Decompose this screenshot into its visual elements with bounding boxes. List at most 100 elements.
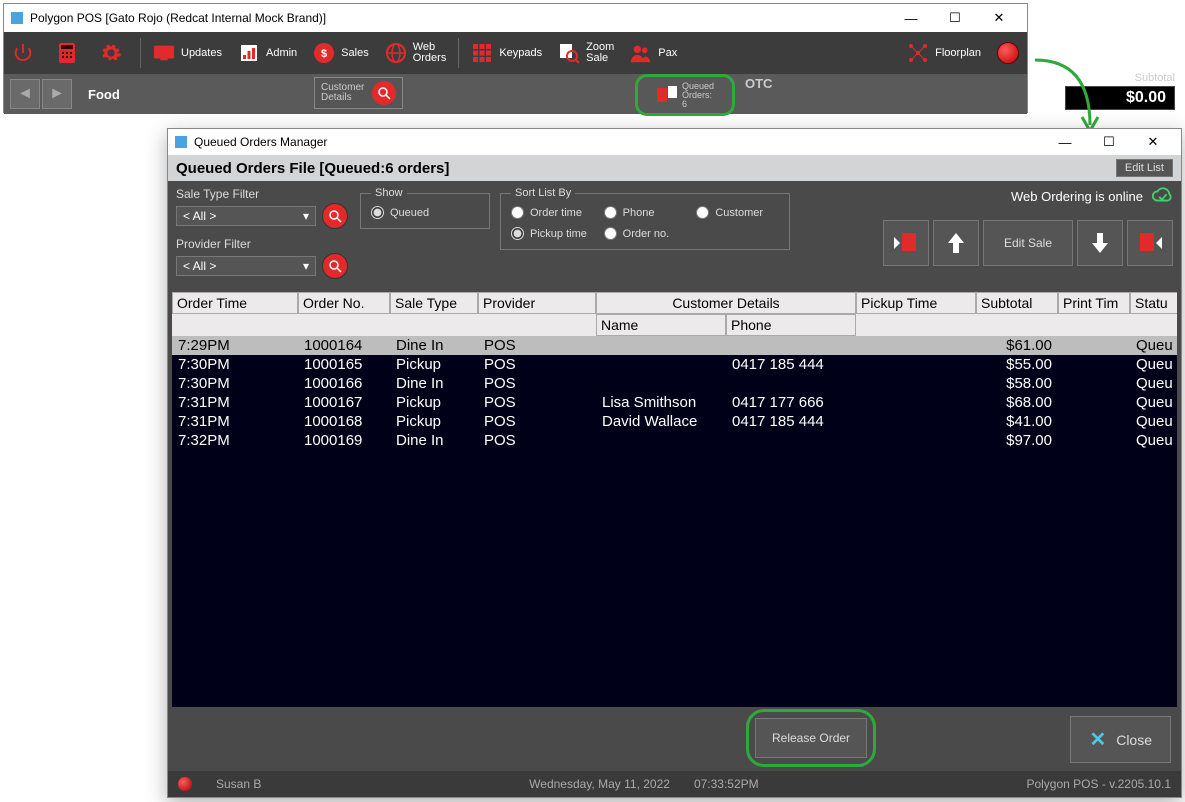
dialog-close-button[interactable]: ✕ [1131, 128, 1175, 156]
provider-filter-select[interactable]: < All >▾ [176, 256, 316, 276]
dialog-maximize-button[interactable]: ☐ [1087, 128, 1131, 156]
customer-details-button[interactable]: Customer Details [314, 77, 403, 109]
col-order-no[interactable]: Order No. [298, 292, 390, 314]
queued-orders-button[interactable]: Queued Orders: 6 [635, 74, 735, 116]
release-order-button[interactable]: Release Order [755, 718, 867, 758]
toolbar-sep [140, 38, 141, 67]
close-dialog-button[interactable]: ✕ Close [1070, 716, 1171, 763]
table-cell [726, 336, 856, 355]
web-ordering-status: Web Ordering is online [1011, 187, 1173, 205]
pax-button[interactable]: Pax [622, 32, 685, 74]
table-cell: Queu [1130, 355, 1177, 374]
table-cell [596, 355, 726, 374]
down-button[interactable] [1077, 220, 1123, 266]
sort-customer-radio[interactable]: Customer [696, 206, 779, 219]
edit-sale-button[interactable]: Edit Sale [983, 220, 1073, 266]
provider-search-button[interactable] [322, 253, 348, 279]
table-cell: 1000166 [298, 374, 390, 393]
status-time: 07:33:52PM [694, 777, 759, 791]
pax-label: Pax [658, 47, 677, 59]
edit-list-button[interactable]: Edit List [1116, 159, 1173, 177]
table-cell: 1000168 [298, 412, 390, 431]
calculator-button[interactable] [48, 32, 92, 74]
col-pickup-time[interactable]: Pickup Time [856, 292, 976, 314]
status-version: Polygon POS - v.2205.10.1 [1026, 777, 1171, 791]
keypads-button[interactable]: Keypads [463, 32, 550, 74]
col-name[interactable]: Name [596, 314, 726, 336]
sort-pickup-time-radio[interactable]: Pickup time [511, 227, 594, 240]
gear-button[interactable] [92, 32, 136, 74]
col-sale-type[interactable]: Sale Type [390, 292, 478, 314]
col-order-time[interactable]: Order Time [172, 292, 298, 314]
table-row[interactable]: 7:31PM1000168PickupPOSDavid Wallace0417 … [172, 412, 1177, 431]
col-provider[interactable]: Provider [478, 292, 596, 314]
power-button[interactable] [4, 32, 48, 74]
table-row[interactable]: 7:30PM1000165PickupPOS0417 185 444$55.00… [172, 355, 1177, 374]
col-print-time[interactable]: Print Tim [1058, 292, 1130, 314]
web-online-label: Web Ordering is online [1011, 189, 1143, 204]
sort-legend: Sort List By [511, 187, 575, 199]
sales-button[interactable]: $Sales [305, 32, 377, 74]
dialog-titlebar: Queued Orders Manager — ☐ ✕ [168, 129, 1181, 155]
sort-phone-radio[interactable]: Phone [604, 206, 687, 219]
qof-header: Queued Orders File [Queued:6 orders] Edi… [168, 155, 1181, 181]
sale-type-search-button[interactable] [322, 203, 348, 229]
nav-back-button[interactable]: ◄ [10, 79, 40, 109]
updates-button[interactable]: Updates [145, 32, 230, 74]
up-button[interactable] [933, 220, 979, 266]
close-main-button[interactable]: ✕ [977, 4, 1021, 32]
next-sale-button[interactable] [1127, 220, 1173, 266]
table-cell: Queu [1130, 336, 1177, 355]
main-titlebar: Polygon POS [Gato Rojo (Redcat Internal … [4, 4, 1027, 32]
keypads-label: Keypads [499, 47, 542, 59]
table-cell: Pickup [390, 393, 478, 412]
show-group: Show Queued [360, 187, 490, 229]
table-cell [726, 374, 856, 393]
web-orders-button[interactable]: Web Orders [377, 32, 455, 74]
customer-search-icon[interactable] [372, 81, 396, 105]
table-cell [856, 374, 976, 393]
table-row[interactable]: 7:31PM1000167PickupPOSLisa Smithson0417 … [172, 393, 1177, 412]
sale-type-filter-select[interactable]: < All >▾ [176, 206, 316, 226]
prev-sale-button[interactable] [883, 220, 929, 266]
col-subtotal[interactable]: Subtotal [976, 292, 1058, 314]
table-cell [1058, 431, 1130, 450]
minimize-button[interactable]: — [889, 4, 933, 32]
table-cell: David Wallace [596, 412, 726, 431]
table-cell: Queu [1130, 431, 1177, 450]
floorplan-button[interactable]: Floorplan [899, 32, 989, 74]
record-button[interactable] [989, 32, 1027, 74]
table-row[interactable]: 7:29PM1000164Dine InPOS$61.00Queu [172, 336, 1177, 355]
sort-order-time-label: Order time [530, 207, 582, 219]
table-cell: Dine In [390, 336, 478, 355]
table-cell [856, 412, 976, 431]
dialog-minimize-button[interactable]: — [1043, 128, 1087, 156]
sort-order-no-radio[interactable]: Order no. [604, 227, 687, 240]
floorplan-label: Floorplan [935, 47, 981, 59]
table-cell: Dine In [390, 374, 478, 393]
table-row[interactable]: 7:30PM1000166Dine InPOS$58.00Queu [172, 374, 1177, 393]
table-cell: Queu [1130, 412, 1177, 431]
zoom-sale-button[interactable]: Zoom Sale [550, 32, 622, 74]
admin-button[interactable]: Admin [230, 32, 305, 74]
table-cell: POS [478, 374, 596, 393]
col-phone[interactable]: Phone [726, 314, 856, 336]
col-status[interactable]: Statu [1130, 292, 1177, 314]
provider-filter-label: Provider Filter [176, 237, 348, 251]
nav-forward-button[interactable]: ► [42, 79, 72, 109]
sort-order-time-radio[interactable]: Order time [511, 206, 594, 219]
table-cell [1058, 355, 1130, 374]
main-toolbar: Updates Admin $Sales Web Orders Keypads … [4, 32, 1027, 74]
table-cell: POS [478, 412, 596, 431]
table-cell: 1000167 [298, 393, 390, 412]
maximize-button[interactable]: ☐ [933, 4, 977, 32]
sort-order-no-label: Order no. [623, 228, 669, 240]
show-queued-radio[interactable]: Queued [371, 206, 479, 219]
category-label: Food [88, 87, 120, 102]
svg-text:$: $ [321, 48, 327, 60]
record-icon [997, 42, 1019, 64]
table-row[interactable]: 7:32PM1000169Dine InPOS$97.00Queu [172, 431, 1177, 450]
table-cell: 0417 185 444 [726, 355, 856, 374]
table-cell: $41.00 [976, 412, 1058, 431]
admin-label: Admin [266, 47, 297, 59]
